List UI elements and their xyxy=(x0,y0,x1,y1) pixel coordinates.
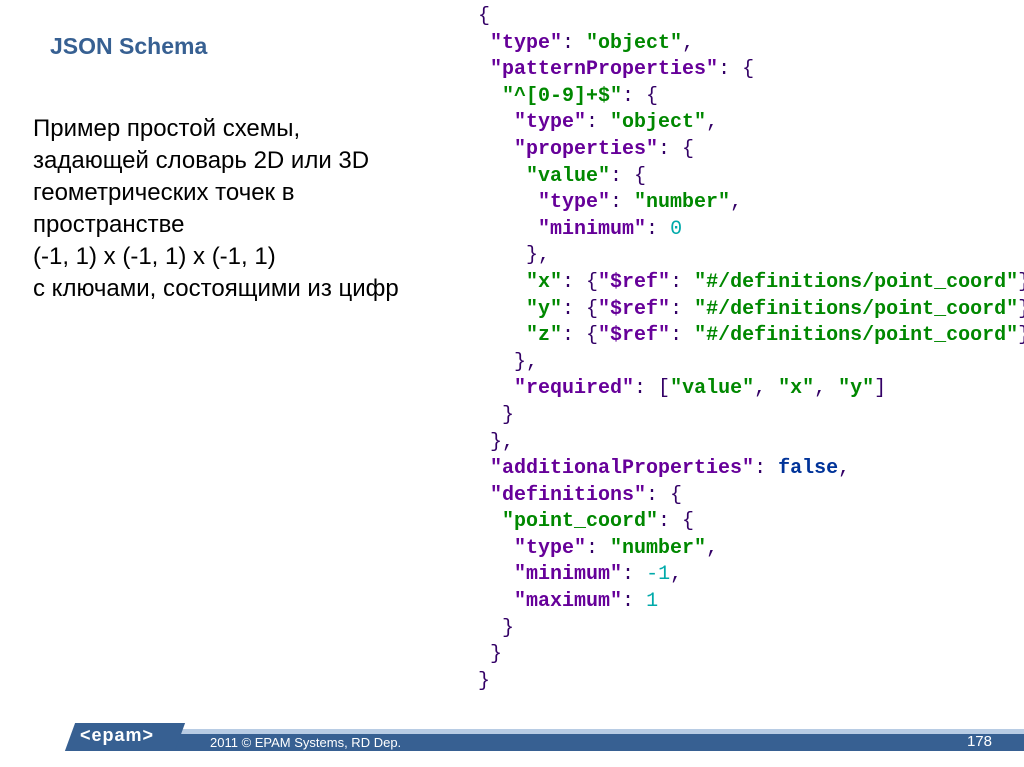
epam-logo: <epam> xyxy=(80,725,154,746)
slide-title: JSON Schema xyxy=(50,33,207,60)
description-text: Пример простой схемы, задающей словарь 2… xyxy=(33,113,413,304)
footer: <epam> 2011 © EPAM Systems, RD Dep. 178 xyxy=(0,719,1024,751)
code-block: { "type": "object", "patternProperties":… xyxy=(478,4,998,695)
copyright-text: 2011 © EPAM Systems, RD Dep. xyxy=(210,735,401,750)
page-number: 178 xyxy=(967,733,992,750)
